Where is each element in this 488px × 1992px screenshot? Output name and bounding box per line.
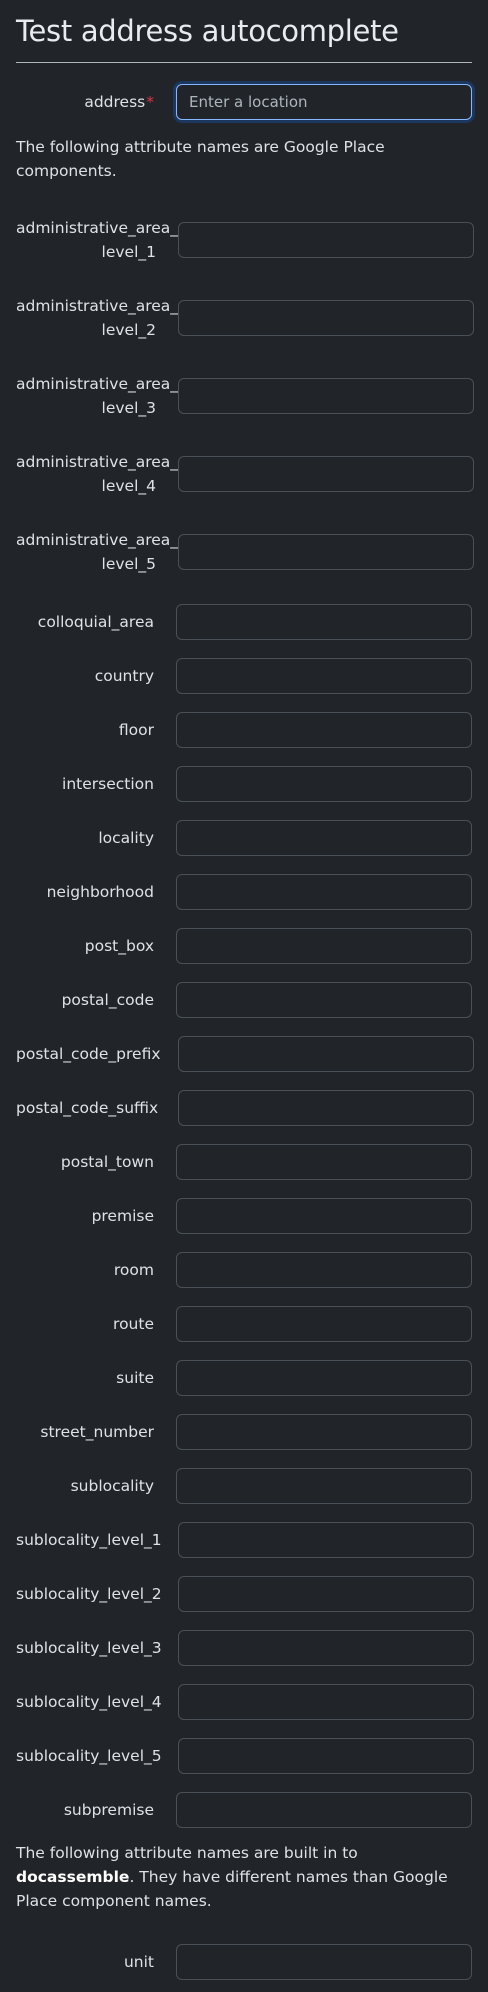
google-field-row: neighborhood bbox=[16, 873, 472, 911]
google-field-row: postal_town bbox=[16, 1143, 472, 1181]
field-input[interactable] bbox=[176, 1306, 472, 1342]
google-field-row: administrative_area_ level_3 bbox=[16, 369, 474, 423]
field-label: sublocality_level_4 bbox=[16, 1693, 162, 1711]
google-field-row: sublocality_level_1 bbox=[16, 1521, 474, 1559]
google-field-row: premise bbox=[16, 1197, 472, 1235]
field-label: postal_town bbox=[60, 1153, 154, 1171]
google-field-row: sublocality_level_2 bbox=[16, 1575, 474, 1613]
field-label: unit bbox=[123, 1953, 154, 1971]
field-input[interactable] bbox=[176, 1414, 472, 1450]
google-field-row: postal_code_suffix bbox=[16, 1089, 474, 1127]
field-label: subpremise bbox=[63, 1801, 154, 1819]
field-label: route bbox=[113, 1315, 154, 1333]
field-input[interactable] bbox=[178, 378, 474, 414]
field-label: country bbox=[94, 667, 154, 685]
google-field-row: route bbox=[16, 1305, 472, 1343]
field-input[interactable] bbox=[176, 1792, 472, 1828]
field-input[interactable] bbox=[176, 874, 472, 910]
field-label: colloquial_area bbox=[37, 613, 154, 631]
google-field-row: postal_code bbox=[16, 981, 472, 1019]
field-label: locality bbox=[98, 829, 154, 847]
google-field-row: administrative_area_ level_5 bbox=[16, 525, 474, 579]
field-input[interactable] bbox=[178, 300, 474, 336]
address-row: address* bbox=[16, 83, 472, 121]
google-field-row: postal_code_prefix bbox=[16, 1035, 474, 1073]
field-input[interactable] bbox=[178, 1036, 474, 1072]
docassemble-bold: docassemble bbox=[16, 1868, 130, 1886]
field-label: neighborhood bbox=[46, 883, 154, 901]
field-input[interactable] bbox=[178, 1576, 474, 1612]
field-input[interactable] bbox=[176, 982, 472, 1018]
google-field-row: suite bbox=[16, 1359, 472, 1397]
google-field-row: country bbox=[16, 657, 472, 695]
google-field-row: floor bbox=[16, 711, 472, 749]
google-field-row: locality bbox=[16, 819, 472, 857]
field-input[interactable] bbox=[176, 658, 472, 694]
field-label: administrative_area_ level_2 bbox=[16, 297, 179, 339]
google-field-row: sublocality_level_5 bbox=[16, 1737, 474, 1775]
google-field-row: colloquial_area bbox=[16, 603, 472, 641]
field-input[interactable] bbox=[178, 534, 474, 570]
field-label: postal_code_suffix bbox=[16, 1099, 159, 1117]
required-marker: * bbox=[146, 93, 154, 111]
field-input[interactable] bbox=[176, 1198, 472, 1234]
field-input[interactable] bbox=[178, 456, 474, 492]
field-label: postal_code bbox=[61, 991, 154, 1009]
google-field-row: sublocality_level_3 bbox=[16, 1629, 474, 1667]
field-label: sublocality_level_5 bbox=[16, 1747, 162, 1765]
field-label: sublocality bbox=[70, 1477, 154, 1495]
title-divider bbox=[16, 62, 472, 63]
google-field-row: administrative_area_ level_1 bbox=[16, 213, 474, 267]
field-label: floor bbox=[118, 721, 154, 739]
field-label: administrative_area_ level_1 bbox=[16, 219, 179, 261]
field-label: administrative_area_ level_3 bbox=[16, 375, 179, 417]
field-input[interactable] bbox=[176, 820, 472, 856]
field-input[interactable] bbox=[178, 1684, 474, 1720]
google-field-row: administrative_area_ level_4 bbox=[16, 447, 474, 501]
field-label: administrative_area_ level_4 bbox=[16, 453, 179, 495]
field-label: premise bbox=[91, 1207, 154, 1225]
field-label: sublocality_level_2 bbox=[16, 1585, 162, 1603]
field-input[interactable] bbox=[176, 1468, 472, 1504]
field-input[interactable] bbox=[178, 1090, 474, 1126]
google-fields: administrative_area_ level_1 administrativ… bbox=[16, 213, 474, 1829]
field-input[interactable] bbox=[176, 766, 472, 802]
field-label: sublocality_level_1 bbox=[16, 1531, 162, 1549]
field-label: post_box bbox=[84, 937, 154, 955]
field-label: room bbox=[113, 1261, 154, 1279]
builtin-note: The following attribute names are built … bbox=[16, 1844, 448, 1910]
field-label: intersection bbox=[62, 775, 154, 793]
field-input[interactable] bbox=[178, 1630, 474, 1666]
field-label: administrative_area_ level_5 bbox=[16, 531, 179, 573]
google-components-note: The following attribute names are Google… bbox=[16, 138, 385, 180]
builtin-field-row: unit bbox=[16, 1943, 472, 1981]
google-field-row: room bbox=[16, 1251, 472, 1289]
form-page: Test address autocomplete address* The f… bbox=[0, 0, 488, 1981]
field-input[interactable] bbox=[176, 1252, 472, 1288]
field-input[interactable] bbox=[178, 1738, 474, 1774]
field-label: suite bbox=[116, 1369, 154, 1387]
field-label: postal_code_prefix bbox=[16, 1045, 161, 1063]
field-input[interactable] bbox=[176, 928, 472, 964]
google-field-row: post_box bbox=[16, 927, 472, 965]
google-field-row: subpremise bbox=[16, 1791, 472, 1829]
field-input[interactable] bbox=[178, 1522, 474, 1558]
field-input[interactable] bbox=[178, 222, 474, 258]
field-label: street_number bbox=[40, 1423, 154, 1441]
field-label: sublocality_level_3 bbox=[16, 1639, 162, 1657]
field-input[interactable] bbox=[176, 1144, 472, 1180]
google-field-row: sublocality bbox=[16, 1467, 472, 1505]
google-field-row: intersection bbox=[16, 765, 472, 803]
address-label: address* bbox=[84, 93, 154, 111]
page-title: Test address autocomplete bbox=[16, 14, 399, 48]
field-input[interactable] bbox=[176, 1360, 472, 1396]
google-field-row: sublocality_level_4 bbox=[16, 1683, 474, 1721]
builtin-fields: unit bbox=[16, 1943, 472, 1981]
field-input[interactable] bbox=[176, 1944, 472, 1980]
google-field-row: administrative_area_ level_2 bbox=[16, 291, 474, 345]
field-input[interactable] bbox=[176, 604, 472, 640]
field-input[interactable] bbox=[176, 712, 472, 748]
address-input[interactable] bbox=[176, 84, 472, 120]
google-field-row: street_number bbox=[16, 1413, 472, 1451]
